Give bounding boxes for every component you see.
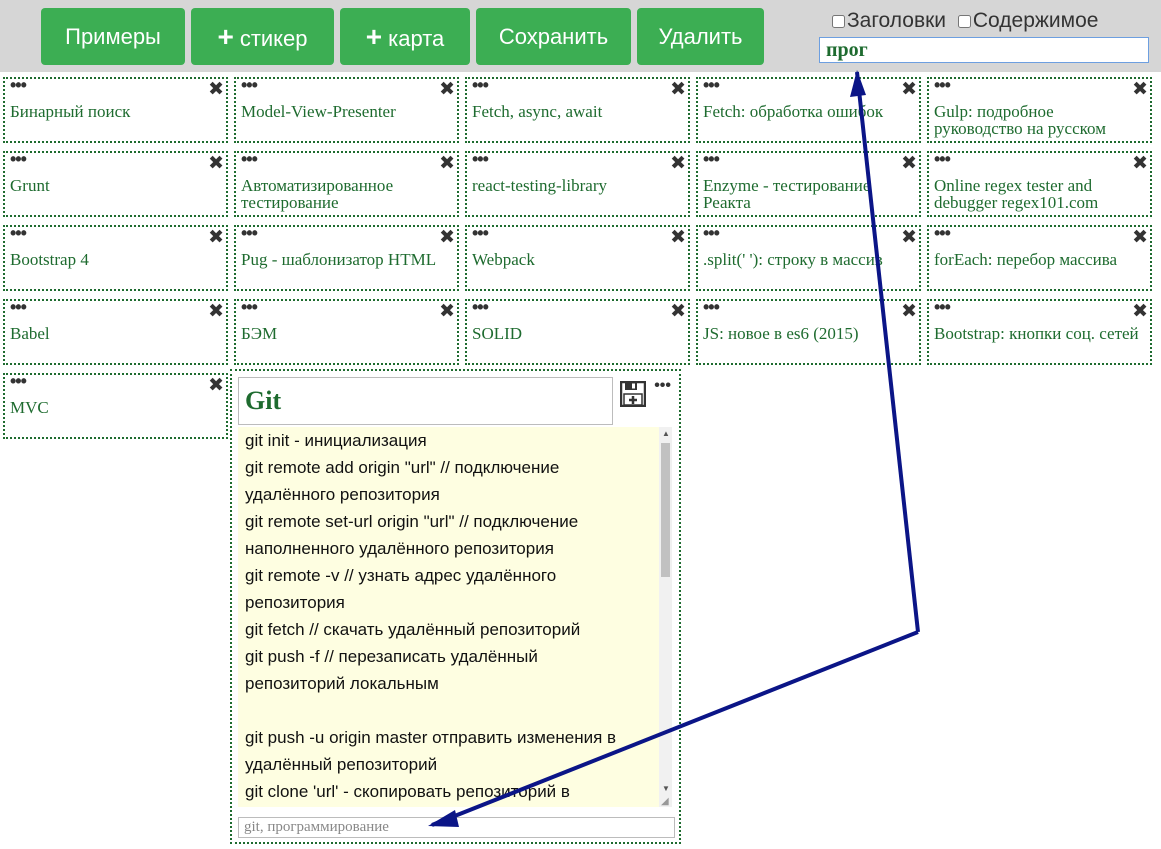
arrow-to-tags	[431, 630, 919, 827]
arrow-to-search	[855, 71, 920, 633]
annotation-arrows	[428, 70, 920, 827]
arrow-head-tags-icon	[428, 810, 459, 827]
arrow-head-search-icon	[850, 70, 866, 97]
